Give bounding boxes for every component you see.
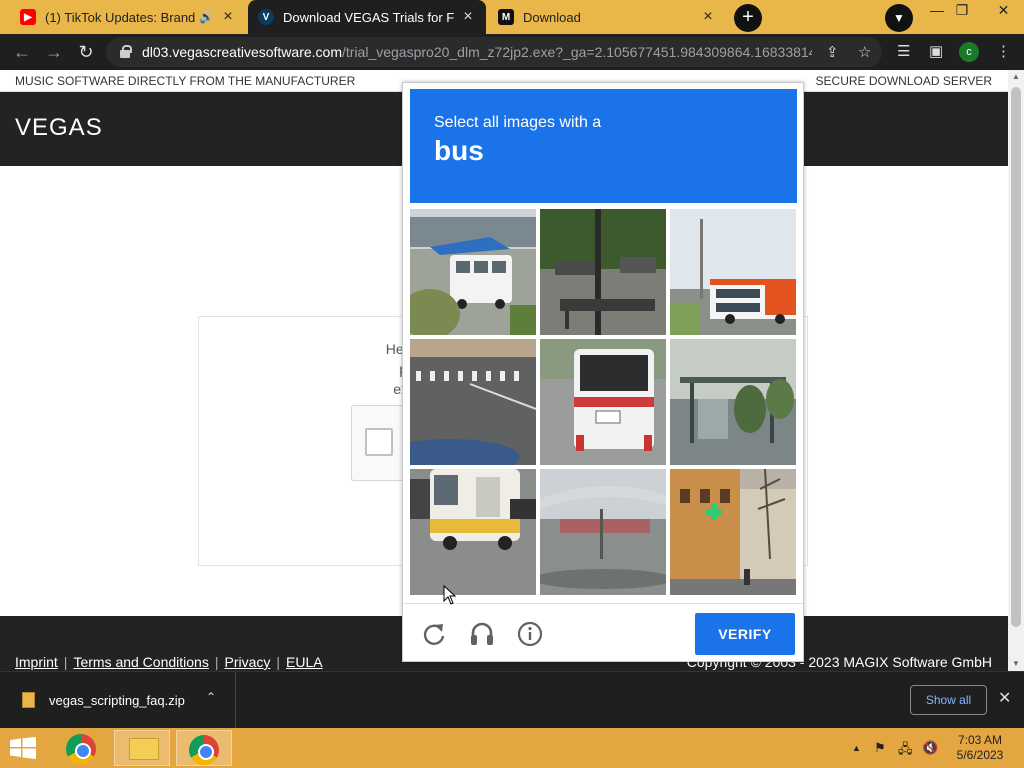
terms-link[interactable]: Terms and Conditions	[73, 654, 208, 670]
scroll-up-icon[interactable]: ▲	[1008, 70, 1024, 84]
page-scrollbar[interactable]: ▲ ▼	[1008, 70, 1024, 671]
tab-vegas-download[interactable]: V Download VEGAS Trials for Free | ×	[248, 0, 486, 34]
scroll-thumb[interactable]	[1011, 87, 1021, 627]
captcha-tile[interactable]	[540, 209, 666, 335]
vegas-logo[interactable]: VEGAS	[15, 114, 103, 142]
close-icon[interactable]: ×	[700, 8, 716, 26]
mouse-cursor-icon	[443, 585, 457, 605]
secure-server-label: SECURE DOWNLOAD SERVER	[815, 74, 992, 88]
browser-toolbar: ← → ↻ dl03.vegascreativesoftware.com/tri…	[0, 34, 1024, 70]
url-path: /trial_vegaspro20_dlm_z72jp2.exe?_ga=2.1…	[342, 44, 812, 60]
headphones-icon[interactable]	[469, 621, 495, 647]
captcha-image-grid	[410, 209, 798, 597]
tab-download[interactable]: M Download ×	[488, 0, 726, 34]
menu-icon[interactable]: ⋮	[996, 42, 1011, 60]
zip-file-icon	[22, 692, 35, 708]
restore-button[interactable]: ❐	[945, 0, 979, 24]
close-icon[interactable]: ×	[460, 8, 476, 26]
folder-icon	[129, 738, 159, 760]
reload-button[interactable]: ↻	[74, 40, 98, 64]
footer-links: Imprint | Terms and Conditions | Privacy | EUL…	[15, 654, 323, 670]
captcha-footer: VERIFY	[403, 603, 803, 662]
info-icon[interactable]	[517, 621, 543, 647]
download-shelf: vegas_scripting_faq.zip ⌃ Show all ✕	[0, 671, 1024, 728]
url-text[interactable]: dl03.vegascreativesoftware.com/trial_veg…	[142, 44, 812, 60]
reading-list-icon[interactable]: ☰	[897, 42, 910, 60]
chrome-icon	[189, 735, 219, 765]
eula-link[interactable]: EULA	[286, 654, 323, 670]
profile-avatar[interactable]: c	[959, 42, 979, 62]
close-icon[interactable]: ×	[220, 8, 236, 26]
youtube-icon: ▶	[20, 9, 36, 25]
tab-title: Download VEGAS Trials for Free |	[283, 9, 454, 25]
verify-button[interactable]: VERIFY	[695, 613, 795, 655]
address-bar[interactable]: dl03.vegascreativesoftware.com/trial_veg…	[106, 37, 882, 67]
chrome-icon	[66, 734, 96, 764]
captcha-tile[interactable]	[540, 469, 666, 595]
captcha-challenge: Select all images with a bus VERIFY	[402, 82, 804, 662]
tab-title: Download	[523, 9, 581, 25]
captcha-tile[interactable]	[540, 339, 666, 465]
scroll-down-icon[interactable]: ▼	[1008, 657, 1024, 671]
system-clock[interactable]: 7:03 AM 5/6/2023	[950, 733, 1010, 763]
tab-strip: ▶ (1) TikTok Updates: Branded 🔊 × V Down…	[0, 0, 1024, 34]
tab-search-button[interactable]: ▼	[885, 4, 913, 32]
reload-icon[interactable]	[421, 621, 447, 647]
captcha-tile[interactable]	[410, 469, 536, 595]
tab-tiktok[interactable]: ▶ (1) TikTok Updates: Branded 🔊 ×	[10, 0, 246, 34]
network-icon[interactable]: 🖧	[898, 740, 913, 762]
magix-icon: M	[498, 9, 514, 25]
captcha-tile[interactable]	[410, 339, 536, 465]
windows-taskbar: ▲ ⚑ 🖧 🔇 7:03 AM 5/6/2023	[0, 728, 1024, 768]
new-tab-button[interactable]: +	[734, 4, 762, 32]
captcha-tile[interactable]	[410, 209, 536, 335]
clock-time: 7:03 AM	[957, 733, 1003, 747]
forward-button[interactable]: →	[42, 40, 66, 64]
lock-icon[interactable]	[120, 45, 132, 58]
tab-title: (1) TikTok Updates: Branded	[45, 9, 196, 25]
taskbar-chrome-profile[interactable]	[176, 730, 232, 766]
download-item[interactable]: vegas_scripting_faq.zip ⌃	[0, 672, 236, 728]
captcha-checkbox[interactable]	[365, 428, 393, 456]
captcha-header: Select all images with a bus	[410, 89, 797, 203]
tagline: MUSIC SOFTWARE DIRECTLY FROM THE MANUFAC…	[15, 74, 356, 88]
captcha-instruction: Select all images with a	[434, 114, 602, 131]
taskbar-chrome[interactable]	[54, 730, 110, 766]
privacy-link[interactable]: Privacy	[224, 654, 270, 670]
captcha-tile[interactable]	[670, 339, 796, 465]
url-host: dl03.vegascreativesoftware.com	[142, 44, 342, 60]
taskbar-file-explorer[interactable]	[114, 730, 170, 766]
imprint-link[interactable]: Imprint	[15, 654, 58, 670]
chevron-up-icon[interactable]: ⌃	[206, 690, 216, 704]
side-panel-icon[interactable]: ▣	[929, 42, 943, 60]
window-close-button[interactable]: ✕	[983, 0, 1024, 24]
download-file-name: vegas_scripting_faq.zip	[49, 693, 185, 708]
captcha-tile[interactable]	[670, 209, 796, 335]
bookmark-star-icon[interactable]: ☆	[858, 43, 871, 61]
back-button[interactable]: ←	[10, 40, 34, 64]
tray-expand-icon[interactable]: ▲	[852, 743, 861, 753]
action-center-icon[interactable]: ⚑	[874, 740, 886, 756]
volume-muted-icon[interactable]: 🔇	[922, 740, 938, 756]
captcha-target: bus	[434, 135, 484, 166]
windows-start-icon[interactable]	[10, 737, 36, 759]
speaker-icon[interactable]: 🔊	[199, 10, 214, 24]
show-all-button[interactable]: Show all	[910, 685, 987, 715]
vegas-icon: V	[258, 9, 274, 25]
clock-date: 5/6/2023	[956, 748, 1004, 762]
captcha-tile[interactable]	[670, 469, 796, 595]
share-icon[interactable]: ⇪	[826, 43, 839, 61]
close-icon[interactable]: ✕	[998, 688, 1011, 708]
